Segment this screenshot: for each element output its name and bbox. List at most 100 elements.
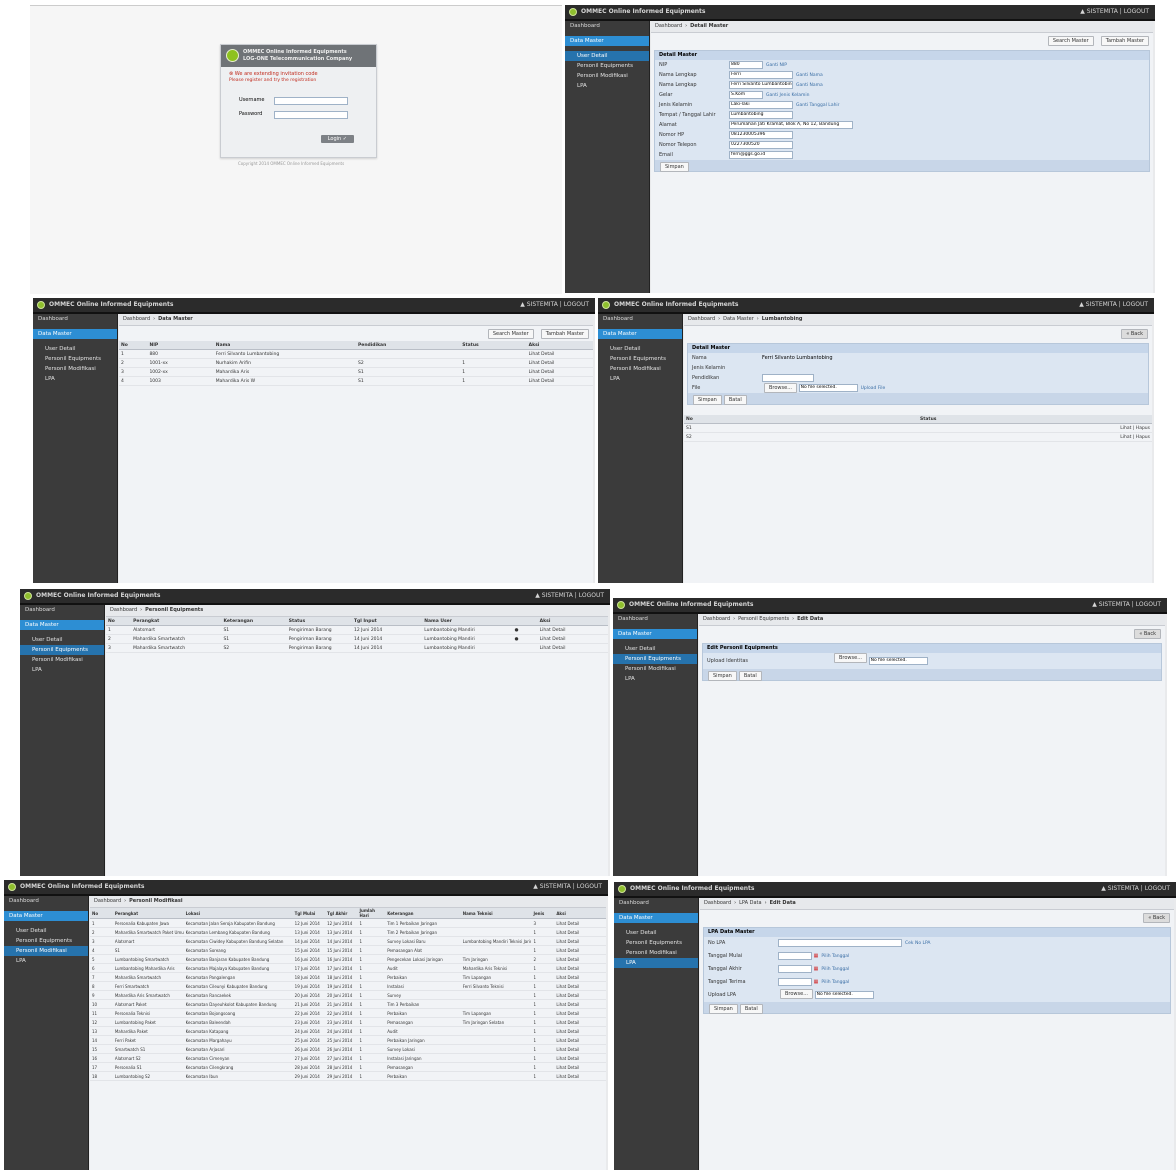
field-input[interactable]: S.Kom <box>729 90 763 99</box>
field-input[interactable]: 880 <box>729 60 763 69</box>
user-menu[interactable]: ▲ SISTEMITA | LOGOUT <box>1092 598 1161 612</box>
nav-dashboard[interactable]: Dashboard <box>20 605 104 615</box>
add-master-button[interactable]: Tambah Master <box>1100 36 1149 46</box>
browse-button[interactable]: Browse... <box>764 383 797 393</box>
nav-personil-equipment[interactable]: Personil Equipments <box>614 938 698 948</box>
view-detail-link[interactable]: Lihat Detail <box>554 1062 606 1072</box>
view-detail-link[interactable]: Lihat Detail <box>554 945 606 955</box>
nav-data-master[interactable]: Data Master <box>598 329 682 339</box>
view-detail-link[interactable]: Lihat Detail <box>526 367 593 377</box>
nav-personil-equipment[interactable]: Personil Equipments <box>613 654 697 664</box>
nav-personil-modifikasi[interactable]: Personil Modifikasi <box>20 655 104 665</box>
field-input[interactable]: 081230005396 <box>729 130 793 139</box>
view-detail-link[interactable]: Lihat Detail <box>554 1044 606 1054</box>
nav-personil-modifikasi[interactable]: Personil Modifikasi <box>613 664 697 674</box>
view-detail-link[interactable]: Lihat Detail <box>554 936 606 946</box>
view-detail-link[interactable]: Lihat Detail <box>554 927 606 937</box>
nav-personil-equipment[interactable]: Personil Equipments <box>565 61 649 71</box>
pick-date-link[interactable]: Pilih Tanggal <box>821 967 849 972</box>
field-link[interactable]: Ganti Tanggal Lahir <box>796 103 840 108</box>
back-button[interactable]: « Back <box>1143 913 1170 923</box>
nav-dashboard[interactable]: Dashboard <box>565 21 649 31</box>
nav-user-detail[interactable]: User Detail <box>4 926 88 936</box>
calendar-icon[interactable]: ▦ <box>814 979 819 985</box>
nav-data-master[interactable]: Data Master <box>20 620 104 630</box>
view-detail-link[interactable]: Lihat Detail <box>554 1071 606 1081</box>
browse-button[interactable]: Browse... <box>780 989 813 999</box>
user-menu[interactable]: ▲ SISTEMITA | LOGOUT <box>535 589 604 603</box>
nav-personil-equipment[interactable]: Personil Equipments <box>598 354 682 364</box>
nav-personil-modifikasi[interactable]: Personil Modifikasi <box>598 364 682 374</box>
receive-date-input[interactable] <box>778 977 812 986</box>
nav-data-master[interactable]: Data Master <box>565 36 649 46</box>
view-detail-link[interactable]: Lihat Detail <box>554 1053 606 1063</box>
nav-user-detail[interactable]: User Detail <box>33 344 117 354</box>
view-detail-link[interactable]: Lihat Detail <box>554 954 606 964</box>
lpa-number-input[interactable] <box>778 938 902 947</box>
crumb-home[interactable]: Dashboard <box>110 607 137 613</box>
end-date-input[interactable] <box>778 964 812 973</box>
view-detail-link[interactable]: Lihat Detail <box>526 349 593 359</box>
nav-lpa[interactable]: LPA <box>33 374 117 384</box>
nav-personil-equipment[interactable]: Personil Equipments <box>4 936 88 946</box>
nav-lpa[interactable]: LPA <box>4 956 88 966</box>
view-detail-link[interactable]: Lihat Detail <box>537 625 608 635</box>
save-button[interactable]: Simpan <box>709 1004 738 1014</box>
view-detail-link[interactable]: Lihat Detail <box>554 918 606 928</box>
file-input[interactable]: No file selected. <box>814 990 874 999</box>
calendar-icon[interactable]: ▦ <box>814 966 819 972</box>
crumb-section[interactable]: LPA Data <box>739 900 761 906</box>
view-detail-link[interactable]: Lihat Detail <box>526 358 593 368</box>
view-detail-link[interactable]: Lihat Detail <box>554 1026 606 1036</box>
nav-personil-equipment[interactable]: Personil Equipments <box>20 645 104 655</box>
field-input[interactable]: Ferri <box>729 70 793 79</box>
cancel-button[interactable]: Batal <box>739 1004 763 1014</box>
nav-personil-equipment[interactable]: Personil Equipments <box>33 354 117 364</box>
file-input[interactable]: No file selected. <box>868 656 928 665</box>
search-master-button[interactable]: Search Master <box>1047 36 1094 46</box>
nav-user-detail[interactable]: User Detail <box>614 928 698 938</box>
nav-personil-modifikasi[interactable]: Personil Modifikasi <box>614 948 698 958</box>
search-master-button[interactable]: Search Master <box>487 329 534 339</box>
file-input[interactable]: No file selected. <box>798 383 858 392</box>
field-input[interactable]: 0227300520 <box>729 140 793 149</box>
nav-dashboard[interactable]: Dashboard <box>598 314 682 324</box>
view-detail-link[interactable]: Lihat Detail <box>554 1035 606 1045</box>
nav-data-master[interactable]: Data Master <box>614 913 698 923</box>
view-detail-link[interactable]: Lihat Detail <box>554 1017 606 1027</box>
crumb-section[interactable]: Data Master <box>723 316 754 322</box>
check-lpa-link[interactable]: Cek No LPA <box>905 941 931 946</box>
save-button[interactable]: Simpan <box>660 162 689 172</box>
login-button[interactable]: Login ✓ <box>320 135 354 143</box>
crumb-home[interactable]: Dashboard <box>94 898 121 904</box>
view-detail-link[interactable]: Lihat Detail <box>554 963 606 973</box>
nav-dashboard[interactable]: Dashboard <box>614 898 698 908</box>
user-menu[interactable]: ▲ SISTEMITA | LOGOUT <box>1080 5 1149 19</box>
view-detail-link[interactable]: Lihat Detail <box>526 376 593 386</box>
nav-lpa[interactable]: LPA <box>565 81 649 91</box>
start-date-input[interactable] <box>778 951 812 960</box>
crumb-section[interactable]: Personil Equipments <box>738 616 789 622</box>
view-detail-link[interactable]: Lihat Detail <box>554 1008 606 1018</box>
field-link[interactable]: Ganti NIP <box>766 63 787 68</box>
user-menu[interactable]: ▲ SISTEMITA | LOGOUT <box>533 880 602 894</box>
pick-date-link[interactable]: Pilih Tanggal <box>821 980 849 985</box>
calendar-icon[interactable]: ▦ <box>814 953 819 959</box>
nav-personil-modifikasi[interactable]: Personil Modifikasi <box>4 946 88 956</box>
crumb-home[interactable]: Dashboard <box>655 23 682 29</box>
nav-lpa[interactable]: LPA <box>20 665 104 675</box>
nav-data-master[interactable]: Data Master <box>33 329 117 339</box>
user-menu[interactable]: ▲ SISTEMITA | LOGOUT <box>1101 882 1170 896</box>
username-input[interactable] <box>274 97 348 105</box>
save-button[interactable]: Simpan <box>693 395 722 405</box>
field-link[interactable]: Ganti Nama <box>796 73 823 78</box>
field-link[interactable]: Ganti Jenis Kelamin <box>766 93 810 98</box>
pick-date-link[interactable]: Pilih Tanggal <box>821 954 849 959</box>
field-link[interactable]: Ganti Nama <box>796 83 823 88</box>
user-menu[interactable]: ▲ SISTEMITA | LOGOUT <box>520 298 589 312</box>
field-input[interactable]: Laki-laki <box>729 100 793 109</box>
nav-user-detail[interactable]: User Detail <box>598 344 682 354</box>
nav-data-master[interactable]: Data Master <box>613 629 697 639</box>
back-button[interactable]: « Back <box>1134 629 1161 639</box>
back-button[interactable]: « Back <box>1121 329 1148 339</box>
